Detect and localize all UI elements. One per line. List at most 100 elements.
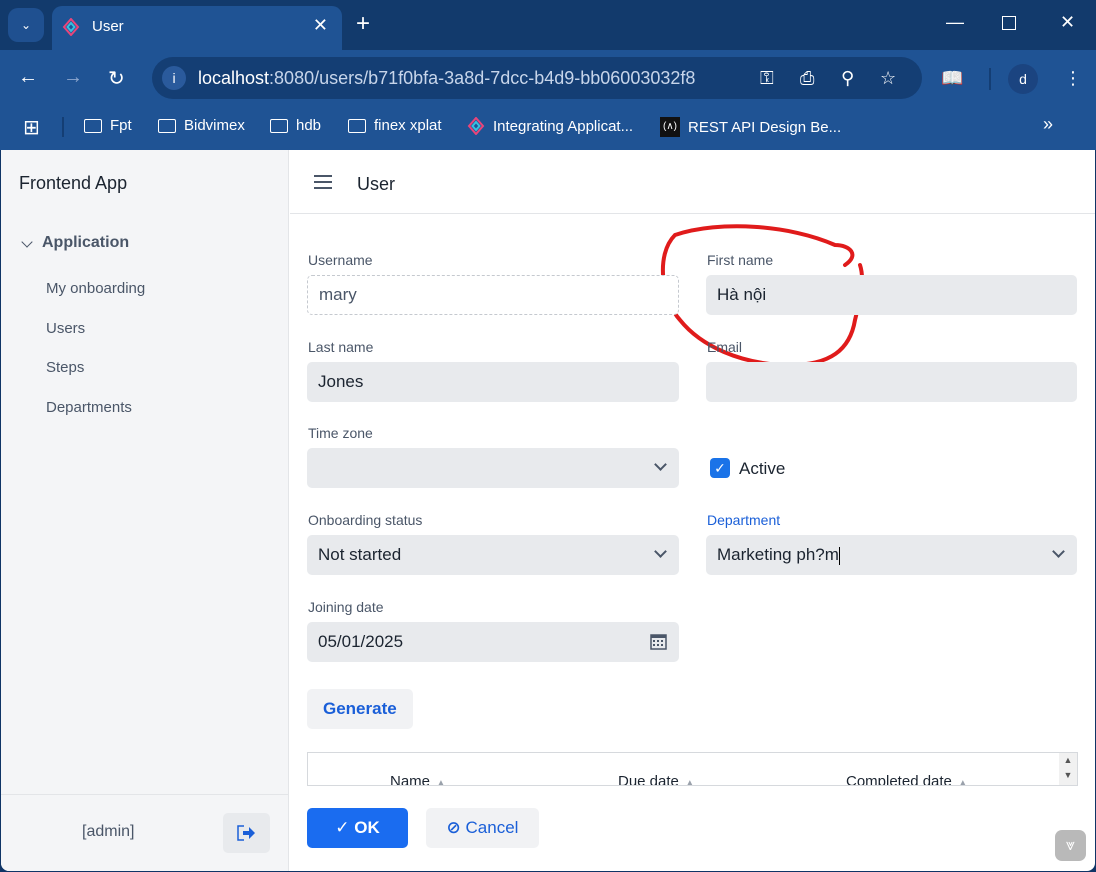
tab-title: User	[92, 18, 124, 35]
profile-avatar[interactable]: d	[1008, 64, 1038, 94]
apps-grid-icon[interactable]: ⊞	[23, 115, 40, 140]
sort-icon[interactable]: ▲	[436, 778, 446, 785]
chevron-down-icon	[654, 458, 667, 471]
onboarding-status-select[interactable]: Not started	[307, 535, 679, 575]
back-icon[interactable]: ←	[18, 66, 38, 89]
last-name-value: Jones	[318, 372, 364, 391]
sort-icon[interactable]: ▲	[685, 778, 695, 785]
column-label: Name	[390, 773, 431, 786]
url-text: localhost:8080/users/b71f0bfa-3a8d-7dcc-…	[198, 68, 695, 89]
site-info-icon[interactable]: i	[162, 66, 186, 90]
app-favicon-icon	[467, 117, 485, 135]
column-header-completed-date[interactable]: Completed date ▲	[846, 773, 968, 785]
sidebar-item-users[interactable]: Users	[46, 320, 85, 337]
reading-mode-icon[interactable]: 📖	[941, 68, 963, 89]
scroll-down-icon[interactable]: ▼	[1059, 768, 1077, 783]
calendar-icon[interactable]	[650, 633, 667, 650]
bookmark-label: hdb	[296, 117, 322, 134]
close-window-icon[interactable]: ✕	[1060, 12, 1075, 33]
logout-button[interactable]	[223, 813, 270, 853]
department-combobox[interactable]: Marketing ph?m	[706, 535, 1077, 575]
steps-grid: Name ▲ Due date ▲ Completed date ▲ ▲ ▼	[307, 752, 1078, 786]
maximize-icon[interactable]	[1002, 16, 1016, 30]
bookmark-label: REST API Design Be...	[688, 118, 842, 136]
active-checkbox[interactable]: ✓	[710, 458, 730, 478]
app-favicon-icon	[62, 18, 80, 36]
minimize-icon[interactable]: —	[946, 12, 964, 33]
bookmark-label: Bidvimex	[184, 117, 245, 134]
reload-icon[interactable]: ↻	[108, 66, 125, 91]
first-name-value: Hà nội	[717, 285, 767, 304]
bookmark-star-icon[interactable]: ☆	[880, 68, 896, 89]
username-label: Username	[308, 252, 373, 268]
app-name: Frontend App	[19, 173, 128, 193]
bookmarks-bar: ⊞ Fpt Bidvimex hdb finex xplat Integrati…	[0, 105, 1096, 150]
chevron-down-icon	[654, 545, 667, 558]
bookmark-fpt[interactable]: Fpt	[84, 117, 132, 134]
install-app-icon[interactable]: ⎙	[800, 68, 814, 89]
url-host: localhost	[198, 68, 270, 88]
nav-group-application[interactable]: Application	[42, 234, 129, 252]
bookmark-hdb[interactable]: hdb	[270, 117, 321, 134]
onboarding-status-label: Onboarding status	[308, 512, 423, 528]
chevron-down-icon[interactable]	[21, 236, 33, 248]
sort-icon[interactable]: ▲	[958, 778, 968, 785]
grid-scrollbar[interactable]: ▲ ▼	[1059, 753, 1077, 785]
bookmark-finex-xplat[interactable]: finex xplat	[348, 117, 442, 134]
ok-button[interactable]: ✓ OK	[307, 808, 408, 848]
first-name-label: First name	[707, 252, 774, 268]
last-name-field[interactable]: Jones	[307, 362, 679, 402]
cancel-icon: ⊘	[446, 818, 466, 837]
hamburger-menu-icon[interactable]	[314, 175, 332, 189]
more-bookmarks-button[interactable]: »	[1043, 114, 1053, 135]
password-key-icon[interactable]: ⚿	[760, 68, 774, 89]
email-label: Email	[707, 339, 743, 355]
time-zone-select[interactable]	[307, 448, 679, 488]
sidebar-item-departments[interactable]: Departments	[46, 399, 132, 416]
forward-icon[interactable]: →	[63, 66, 83, 89]
scroll-up-icon[interactable]: ▲	[1059, 753, 1077, 768]
rest-api-favicon-icon: (∧)	[660, 117, 680, 137]
email-field[interactable]	[706, 362, 1077, 402]
tab-user[interactable]: User ✕	[52, 6, 342, 50]
text-cursor	[838, 546, 840, 565]
close-tab-icon[interactable]: ✕	[313, 15, 328, 36]
cancel-button[interactable]: ⊘ Cancel	[426, 808, 539, 848]
ok-label: OK	[354, 818, 380, 837]
username-field[interactable]: mary	[307, 275, 679, 315]
first-name-field[interactable]: Hà nội	[706, 275, 1077, 315]
generate-button[interactable]: Generate	[307, 689, 413, 729]
folder-icon	[84, 118, 102, 133]
folder-icon	[158, 118, 176, 133]
page-header: User	[290, 150, 1095, 214]
tab-strip: ⌄ User ✕ + — ✕	[0, 0, 1096, 50]
joining-date-value: 05/01/2025	[318, 632, 404, 651]
new-tab-button[interactable]: +	[356, 10, 370, 38]
bookmark-label: Integrating Applicat...	[493, 117, 634, 135]
dev-tools-icon[interactable]: ⩔	[1055, 830, 1086, 861]
bookmark-bidvimex[interactable]: Bidvimex	[158, 117, 245, 134]
tab-search-button[interactable]: ⌄	[8, 8, 44, 42]
joining-date-picker[interactable]: 05/01/2025	[307, 622, 679, 662]
bookmarks-divider	[62, 117, 64, 137]
zoom-icon[interactable]: ⚲	[841, 68, 854, 89]
current-user: [admin]	[82, 823, 135, 840]
bookmark-integrating[interactable]: Integrating Applicat...	[467, 117, 633, 135]
department-label: Department	[707, 512, 781, 528]
active-label[interactable]: Active	[739, 459, 785, 479]
sidebar: Frontend App Application My onboarding U…	[1, 150, 289, 871]
column-header-name[interactable]: Name ▲	[390, 773, 446, 786]
sidebar-item-steps[interactable]: Steps	[46, 359, 84, 376]
sidebar-item-my-onboarding[interactable]: My onboarding	[46, 280, 145, 297]
cancel-label: Cancel	[465, 818, 519, 837]
bookmark-rest-api[interactable]: (∧) REST API Design Be...	[660, 117, 841, 137]
chevron-down-icon	[1052, 545, 1065, 558]
page-title: User	[357, 174, 396, 194]
username-value: mary	[319, 285, 357, 304]
menu-kebab-icon[interactable]: ⋮	[1064, 68, 1082, 89]
onboarding-status-value: Not started	[318, 545, 402, 564]
department-value: Marketing ph?m	[717, 545, 839, 564]
joining-date-label: Joining date	[308, 599, 384, 615]
folder-icon	[270, 118, 288, 133]
column-header-due-date[interactable]: Due date ▲	[618, 773, 695, 785]
